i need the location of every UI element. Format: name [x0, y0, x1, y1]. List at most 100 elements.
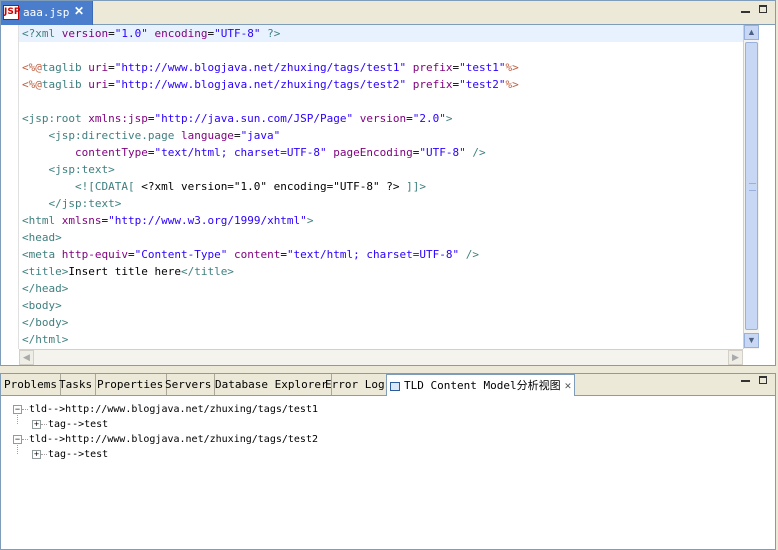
code-token: http-equiv [61, 248, 128, 261]
tab-servers[interactable]: Servers [162, 374, 216, 395]
code-token: > [445, 112, 453, 125]
code-line: </html> [19, 331, 743, 348]
code-token: <%@ [22, 61, 42, 74]
tab-error-log[interactable]: Error Log [322, 374, 389, 395]
code-token: <body> [22, 299, 62, 312]
code-editor[interactable]: <?xml version="1.0" encoding="UTF-8" ?> … [19, 25, 743, 349]
code-token: <meta [22, 248, 62, 261]
code-token: content [233, 248, 281, 261]
code-token: = [406, 112, 413, 125]
code-token: "http://www.blogjava.net/zhuxing/tags/te… [114, 78, 407, 91]
code-token: <head> [22, 231, 62, 244]
code-token: "http://java.sun.com/JSP/Page" [154, 112, 354, 125]
code-token: ]]> [406, 180, 426, 193]
code-token: <?xml version="1.0" encoding="UTF-8" ?> [141, 180, 407, 193]
tree-item-tag[interactable]: tag-->test [48, 417, 108, 432]
editor-pane: JSP aaa.jsp ✕ <?xml version="1.0" encodi… [0, 0, 776, 366]
tab-properties[interactable]: Properties [94, 374, 168, 395]
code-token: "test1" [459, 61, 506, 74]
code-line: <meta http-equiv="Content-Type" content=… [19, 246, 743, 263]
code-line: <jsp:root xmlns:jsp = "http://java.sun.com… [19, 110, 743, 127]
code-token: pageEncoding [333, 146, 413, 159]
code-line: <jsp:directive.page language="java" [19, 127, 743, 144]
code-token: version [61, 27, 109, 40]
code-token: prefix [412, 61, 453, 74]
vertical-scrollbar[interactable]: ▲ ▼ [743, 25, 759, 349]
maximize-icon[interactable] [759, 376, 767, 384]
code-line: <jsp:text> [19, 161, 743, 178]
code-token: "test2" [459, 78, 506, 91]
code-token: = [108, 27, 115, 40]
code-token: encoding [154, 27, 208, 40]
code-token: xmlsns [61, 214, 102, 227]
tree-item-tag[interactable]: tag-->test [48, 447, 108, 462]
code-token: language [180, 129, 234, 142]
code-token: "Content-Type" [134, 248, 228, 261]
code-token: <title> [22, 265, 69, 278]
code-token: Insert title here [68, 265, 181, 278]
code-token: xmlns:jsp [88, 112, 148, 125]
expand-icon[interactable]: + [32, 450, 41, 459]
expand-icon[interactable]: + [32, 420, 41, 429]
scroll-down-icon[interactable]: ▼ [744, 333, 759, 348]
code-line: <%@taglib uri="http://www.blogjava.net/z… [19, 76, 743, 93]
editor-tab-bar: JSP aaa.jsp ✕ [1, 1, 775, 25]
code-token: <![CDATA[ [74, 180, 142, 193]
jsp-file-icon: JSP [3, 5, 20, 20]
code-line: <html xmlsns="http://www.w3.org/1999/xht… [19, 212, 743, 229]
minimize-icon[interactable] [741, 11, 750, 13]
code-line: </body> [19, 314, 743, 331]
scroll-right-icon[interactable]: ▶ [728, 350, 743, 365]
code-token: = [127, 248, 135, 261]
code-token: <jsp:text> [48, 163, 115, 176]
scroll-left-icon[interactable]: ◀ [19, 350, 34, 365]
tab-tld-content-model[interactable]: TLD Content Model分析视图 ✕ [386, 374, 576, 396]
code-token: <?xml [22, 27, 62, 40]
horizontal-scrollbar[interactable]: ◀ ▶ [19, 349, 743, 365]
code-token: <jsp:directive.page [48, 129, 181, 142]
code-token: = [108, 78, 115, 91]
code-token: </body> [22, 316, 69, 329]
tab-database-explorer[interactable]: Database Explorer [212, 374, 332, 395]
view-pane: Problems Tasks Properties Servers Databa… [0, 373, 776, 550]
code-token: %> [505, 61, 519, 74]
code-token: <jsp:root [22, 112, 89, 125]
code-token: "text/html; charset=UTF-8" [286, 248, 460, 261]
tld-tree[interactable]: − tld-->http://www.blogjava.net/zhuxing/t… [1, 398, 775, 548]
tab-tld-label: TLD Content Model分析视图 [404, 379, 561, 392]
code-line: </jsp:text> [19, 195, 743, 212]
code-token: %> [505, 78, 519, 91]
scroll-up-icon[interactable]: ▲ [744, 25, 759, 40]
code-token: version [359, 112, 407, 125]
scroll-thumb[interactable] [745, 42, 758, 330]
maximize-icon[interactable] [759, 5, 767, 13]
code-token: <%@ [22, 78, 42, 91]
tree-item-tld[interactable]: tld-->http://www.blogjava.net/zhuxing/ta… [29, 402, 318, 417]
code-token: /> [472, 146, 486, 159]
tab-tasks[interactable]: Tasks [56, 374, 97, 395]
close-icon[interactable]: ✕ [74, 4, 84, 18]
code-token: </jsp:text> [48, 197, 122, 210]
tab-problems[interactable]: Problems [1, 374, 61, 395]
code-token: taglib [41, 78, 89, 91]
code-token: "1.0" [114, 27, 148, 40]
tld-view-icon [390, 381, 400, 391]
close-icon[interactable]: ✕ [565, 379, 572, 392]
code-line: <body> [19, 297, 743, 314]
editor-left-ruler [1, 25, 19, 349]
code-token: "text/html; charset=UTF-8" [154, 146, 327, 159]
tree-item-tld[interactable]: tld-->http://www.blogjava.net/zhuxing/ta… [29, 432, 318, 447]
code-token: </html> [22, 333, 69, 346]
code-token: "java" [240, 129, 281, 142]
minimize-icon[interactable] [741, 380, 750, 382]
editor-tab-aaa-jsp[interactable]: JSP aaa.jsp ✕ [1, 1, 93, 25]
